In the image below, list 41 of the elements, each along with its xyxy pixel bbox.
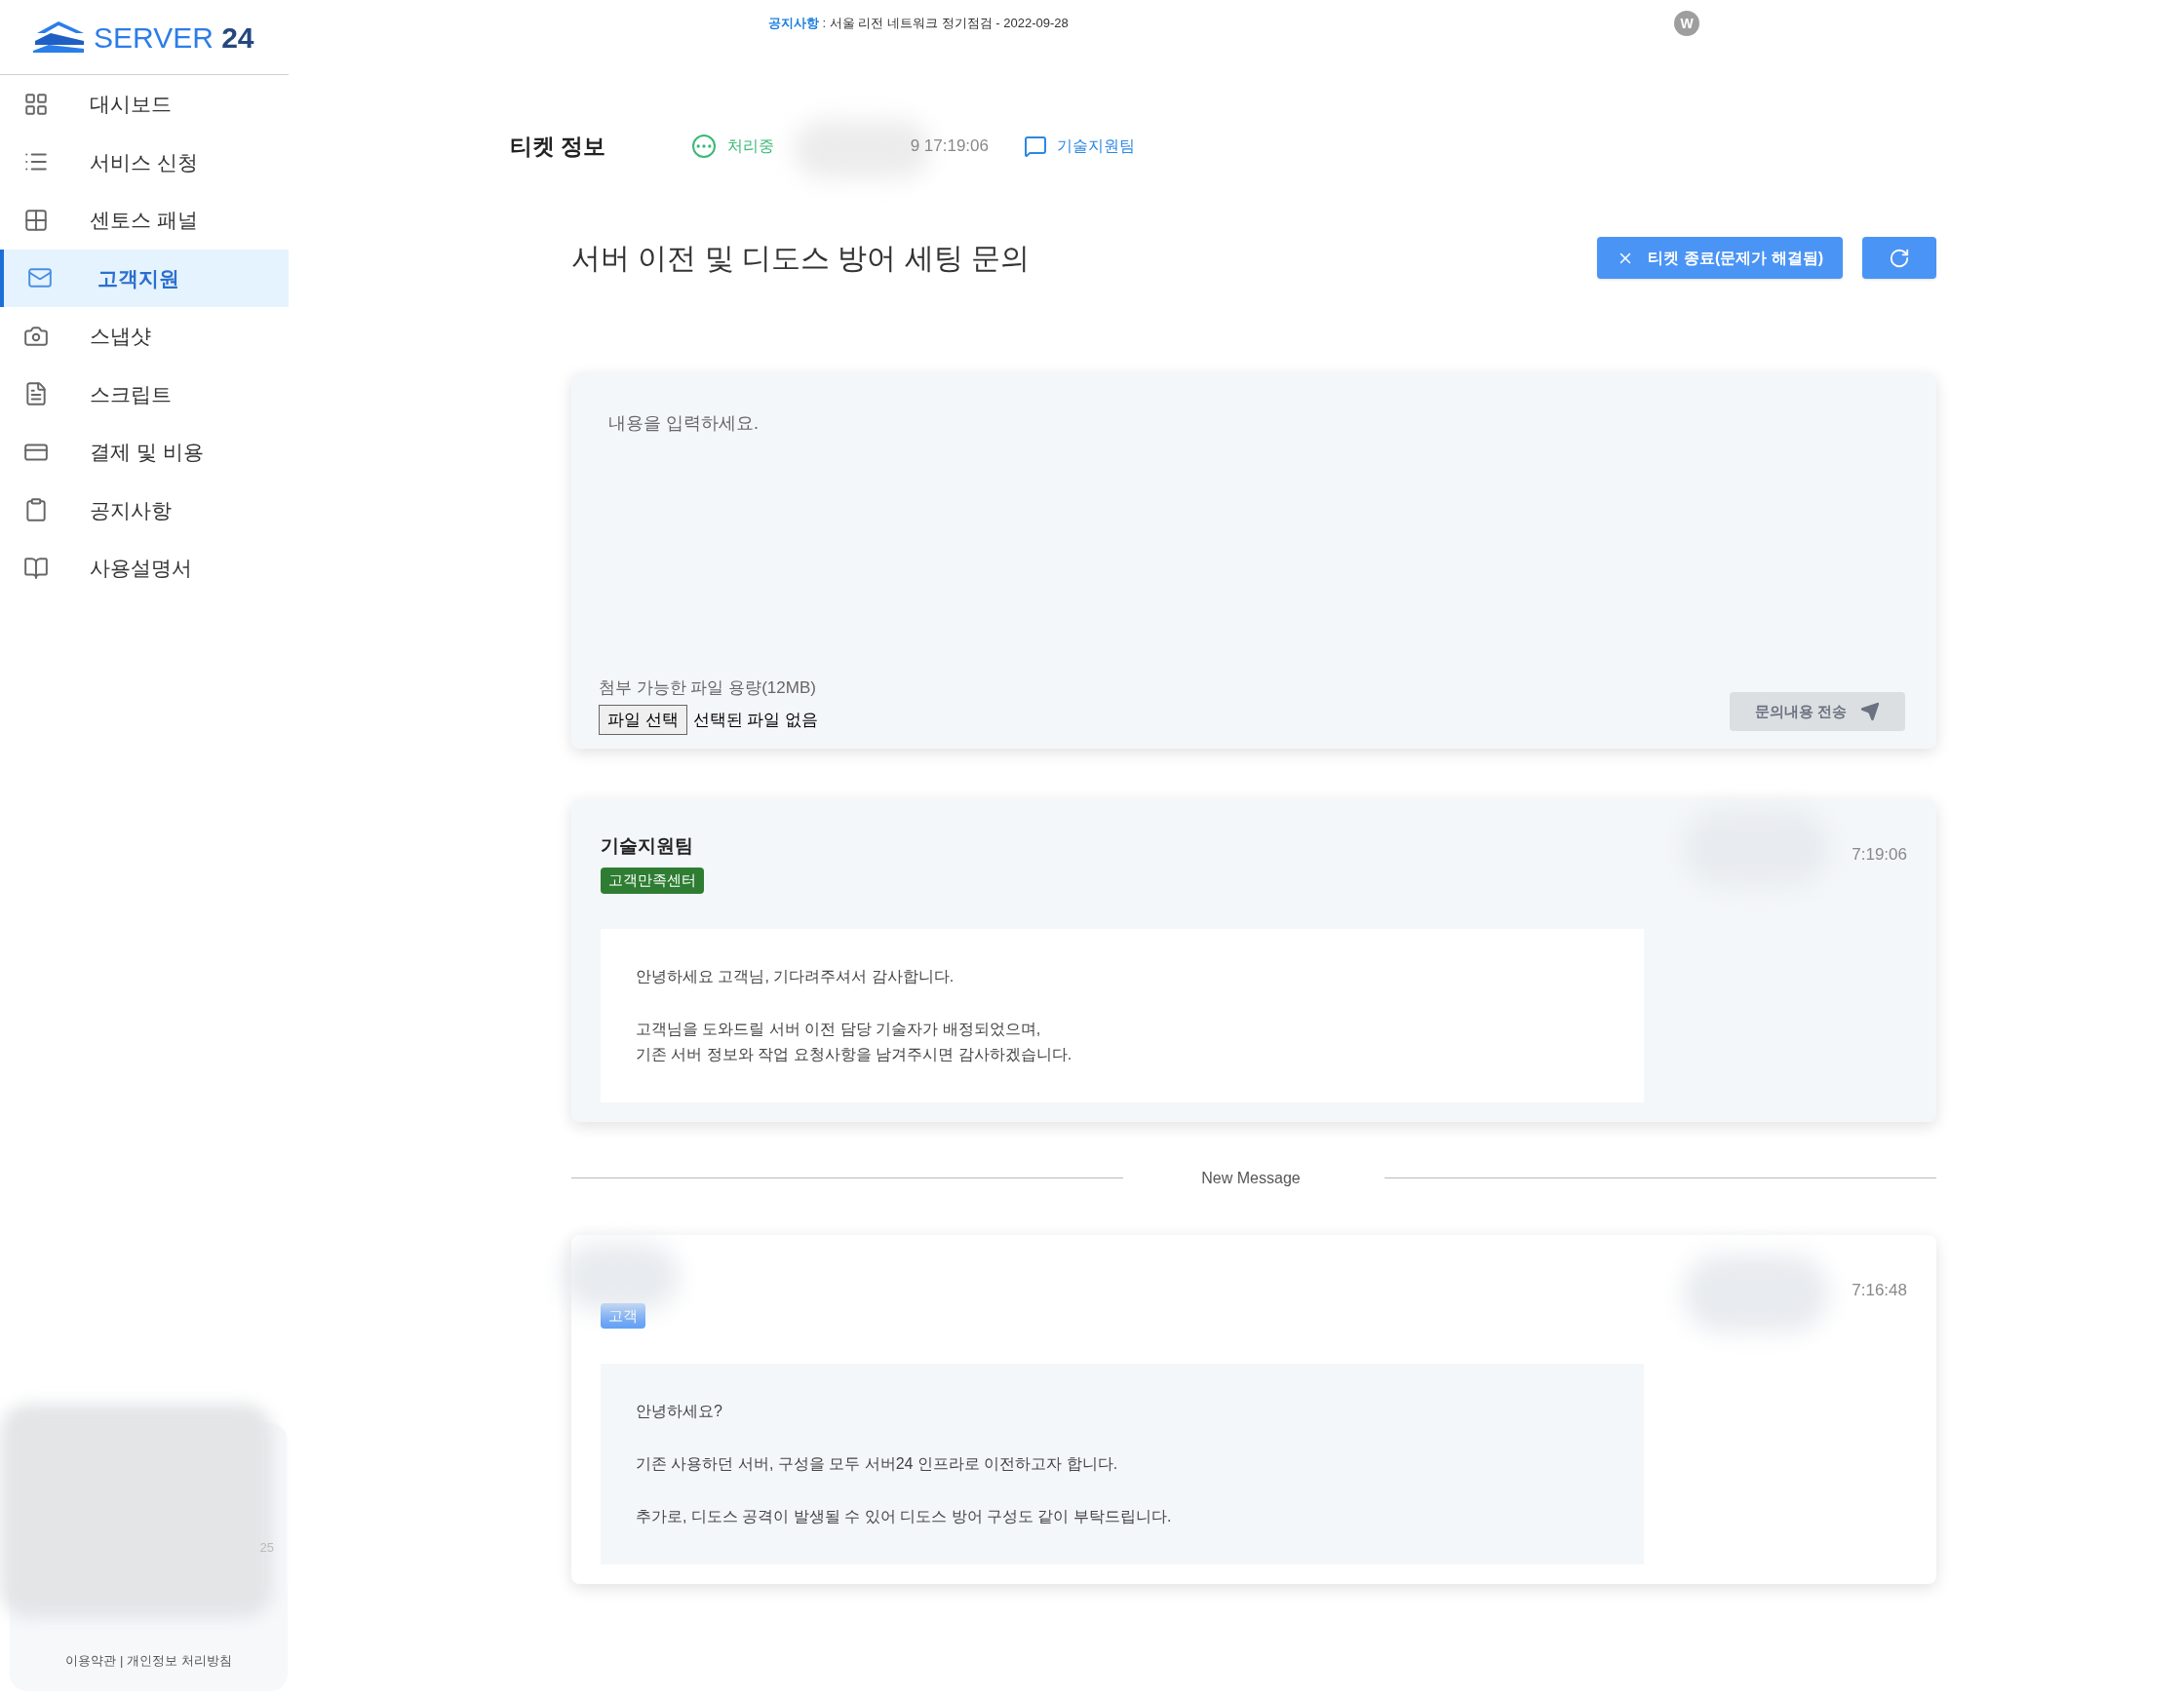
- section-heading: 티켓 정보: [510, 132, 607, 161]
- sidebar-item[interactable]: 사용설명서: [0, 539, 289, 598]
- ticket-time: 9 17:19:06: [910, 135, 989, 158]
- author-name: 기술지원팀: [601, 834, 694, 858]
- role-badge: 고객만족센터: [601, 868, 704, 894]
- sidebar-item[interactable]: 고객지원: [0, 249, 289, 307]
- status-icon: [692, 135, 716, 158]
- ticket-status: 처리중: [727, 136, 774, 156]
- footer-links[interactable]: 이용약관 | 개인정보 처리방침: [65, 1650, 232, 1670]
- document-icon: [23, 381, 49, 407]
- sidebar-item[interactable]: 스크립트: [0, 365, 289, 423]
- refresh-icon: [1889, 247, 1910, 269]
- send-icon: [1860, 702, 1880, 721]
- logo-text: SERVER 24: [94, 19, 254, 56]
- sidebar-item[interactable]: 센토스 패널: [0, 191, 289, 250]
- message-paragraph: 기존 사용하던 서버, 구성을 모두 서버24 인프라로 이전하고자 합니다.: [636, 1454, 1119, 1474]
- message-time: 7:19:06: [1852, 844, 1907, 866]
- attach-hint: 첨부 가능한 파일 용량(12MB): [599, 677, 817, 699]
- logo-icon: [31, 19, 86, 55]
- chat-icon: [1024, 135, 1047, 158]
- refresh-button[interactable]: [1862, 237, 1936, 279]
- message-paragraph: 안녕하세요 고객님, 기다려주셔서 감사합니다.: [636, 966, 956, 986]
- sidebar-item[interactable]: 결제 및 비용: [0, 423, 289, 482]
- grid-icon: [23, 207, 49, 233]
- file-status: 선택된 파일 없음: [692, 709, 819, 731]
- file-select-button[interactable]: 파일 선택: [599, 704, 687, 735]
- notice-text[interactable]: 공지사항 : 서울 리전 네트워크 정기점검 - 2022-09-28: [768, 14, 1069, 33]
- sidebar-item[interactable]: 공지사항: [0, 481, 289, 539]
- grid-icon: [23, 91, 49, 117]
- ticket-team: 기술지원팀: [1057, 136, 1135, 156]
- sidebar-item[interactable]: 서비스 신청: [0, 133, 289, 191]
- message-paragraph: 고객님을 도와드릴 서버 이전 담당 기술자가 배정되었으며, 기존 서버 정보와 작업 요청사항을 남겨주시면 감사하겠습니다.: [636, 1019, 1073, 1064]
- message-paragraph: 안녕하세요?: [636, 1402, 723, 1421]
- sidebar-item[interactable]: 대시보드: [0, 75, 289, 134]
- message-paragraph: 추가로, 디도스 공격이 발생될 수 있어 디도스 방어 구성도 같이 부탁드립니다.: [636, 1507, 1173, 1526]
- sidebar-item[interactable]: 스냅샷: [0, 307, 289, 366]
- book-icon: [23, 555, 49, 581]
- new-message-divider-label: New Message: [1201, 1168, 1301, 1188]
- ticket-title: 서버 이전 및 디도스 방어 세팅 문의: [571, 241, 1030, 276]
- message-time: 7:16:48: [1852, 1279, 1907, 1301]
- clipboard-icon: [23, 497, 49, 523]
